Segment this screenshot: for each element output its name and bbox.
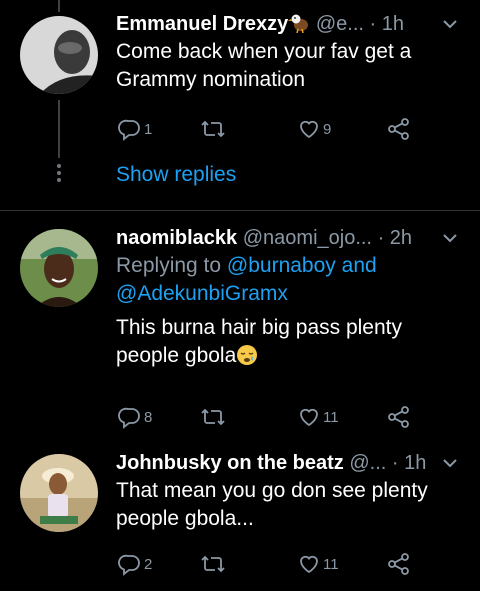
handle[interactable]: @naomi_ojo...: [243, 227, 372, 249]
tweet-text-body: This burna hair big pass plenty people g…: [116, 316, 402, 367]
chevron-down-icon[interactable]: [440, 224, 464, 252]
tweet-header: Emmanuel Drexzy @e... · 1h: [116, 10, 466, 38]
tweet-text: That mean you go don see plenty people g…: [116, 479, 428, 530]
timestamp[interactable]: 1h: [382, 13, 404, 35]
retweet-button[interactable]: [200, 551, 228, 577]
reply-icon: [118, 552, 142, 576]
tweet[interactable]: naomiblackk @naomi_ojo... · 2h Replying …: [0, 211, 480, 447]
like-button[interactable]: 9: [297, 116, 331, 142]
retweet-icon: [200, 552, 226, 576]
separator-dot: ·: [369, 13, 377, 35]
replying-to: Replying to @burnaboy and @AdekunbiGramx: [116, 252, 466, 308]
mention-link[interactable]: @burnaboy: [227, 254, 336, 277]
tweet-header: naomiblackk @naomi_ojo... · 2h: [116, 224, 466, 252]
replying-prefix: Replying to: [116, 254, 222, 277]
reply-button[interactable]: 2: [118, 551, 152, 577]
timestamp[interactable]: 1h: [404, 452, 426, 474]
tweet-actions: 1 9: [116, 116, 466, 142]
like-button[interactable]: 11: [297, 404, 339, 430]
display-name[interactable]: Johnbusky on the beatz: [116, 452, 344, 474]
reply-count: 1: [144, 120, 153, 138]
mention-link[interactable]: @AdekunbiGramx: [116, 282, 288, 305]
reply-icon: [118, 405, 142, 429]
retweet-button[interactable]: [200, 404, 228, 430]
reply-button[interactable]: 8: [118, 404, 152, 430]
reply-count: 2: [144, 555, 153, 573]
avatar[interactable]: [20, 229, 98, 307]
retweet-button[interactable]: [200, 116, 228, 142]
tweet-text: Come back when your fav get a Grammy nom…: [116, 40, 412, 91]
tweet[interactable]: Johnbusky on the beatz @... · 1h That me…: [0, 438, 480, 591]
like-icon: [297, 405, 321, 429]
tweet[interactable]: Emmanuel Drexzy @e... · 1h Come back whe…: [0, 0, 480, 210]
share-icon: [386, 552, 412, 576]
display-name[interactable]: Emmanuel Drexzy: [116, 13, 288, 35]
tweet-actions: 2 11: [116, 551, 466, 577]
chevron-down-icon[interactable]: [440, 449, 464, 477]
display-name[interactable]: naomiblackk: [116, 227, 237, 249]
tweet-actions: 8 11: [116, 404, 466, 430]
avatar[interactable]: [20, 454, 98, 532]
like-count: 11: [323, 408, 339, 426]
like-icon: [297, 117, 321, 141]
sleepy-face-emoji-icon: [236, 344, 258, 367]
separator-dot: ·: [377, 227, 385, 249]
like-icon: [297, 552, 321, 576]
reply-icon: [118, 117, 142, 141]
reply-count: 8: [144, 408, 153, 426]
like-button[interactable]: 11: [297, 551, 339, 577]
like-count: 11: [323, 555, 339, 573]
share-button[interactable]: [386, 551, 412, 577]
tweet-text: This burna hair big pass plenty people g…: [116, 314, 466, 370]
like-count: 9: [323, 120, 332, 138]
share-icon: [386, 405, 412, 429]
reply-button[interactable]: 1: [118, 116, 152, 142]
show-replies-link[interactable]: Show replies: [116, 161, 236, 189]
eagle-emoji-icon: [288, 13, 310, 35]
share-icon: [386, 117, 412, 141]
avatar[interactable]: [20, 16, 98, 94]
retweet-icon: [200, 117, 226, 141]
retweet-icon: [200, 405, 226, 429]
tweet-header: Johnbusky on the beatz @... · 1h: [116, 449, 466, 477]
share-button[interactable]: [386, 404, 412, 430]
timestamp[interactable]: 2h: [390, 227, 412, 249]
replying-and: and: [341, 254, 377, 277]
handle[interactable]: @e...: [316, 13, 364, 35]
separator-dot: ·: [391, 452, 399, 474]
chevron-down-icon[interactable]: [440, 10, 464, 38]
share-button[interactable]: [386, 116, 412, 142]
handle[interactable]: @...: [349, 452, 386, 474]
